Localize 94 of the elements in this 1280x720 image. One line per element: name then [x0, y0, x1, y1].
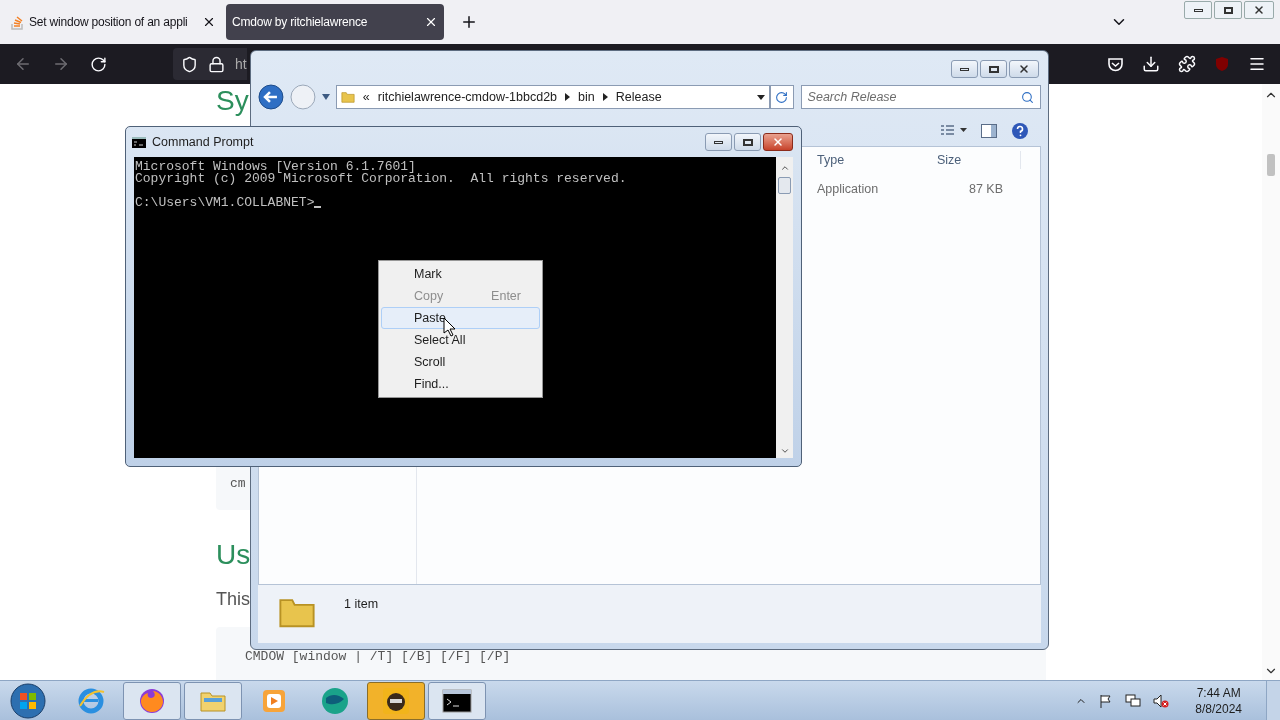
- console-prompt: C:\Users\VM1.COLLABNET>: [135, 197, 315, 209]
- close-icon: [1253, 4, 1265, 16]
- shield-icon: [181, 55, 198, 73]
- browser-tab[interactable]: Set window position of an appli: [4, 4, 222, 40]
- help-icon[interactable]: [1011, 122, 1029, 140]
- menu-item[interactable]: Mark: [381, 263, 540, 285]
- stack-icon: [10, 14, 24, 30]
- close-icon: [772, 136, 784, 148]
- menu-label: Copy: [414, 287, 444, 305]
- search-placeholder: Search Release: [807, 88, 898, 106]
- refresh-button[interactable]: [769, 85, 794, 109]
- reload-icon[interactable]: [90, 55, 107, 73]
- forward-icon[interactable]: [52, 55, 70, 73]
- code-text: cm: [230, 475, 246, 494]
- network-icon[interactable]: [1125, 693, 1142, 708]
- close-button[interactable]: [763, 133, 793, 151]
- clock[interactable]: 7:44 AM 8/8/2024: [1195, 684, 1242, 717]
- breadcrumb-item[interactable]: ritchielawrence-cmdow-1bbcd2b: [377, 87, 558, 107]
- menu-item[interactable]: Select All: [381, 329, 540, 351]
- menu-label: Scroll: [414, 353, 446, 371]
- console-icon: [132, 136, 146, 148]
- scroll-thumb[interactable]: [1267, 154, 1275, 176]
- scroll-thumb[interactable]: [778, 177, 791, 194]
- console-icon: [442, 688, 472, 713]
- browser-tab[interactable]: Cmdow by ritchielawrence: [226, 4, 444, 40]
- minimize-button[interactable]: [951, 60, 978, 78]
- scrollbar[interactable]: [1262, 84, 1280, 680]
- menu-label: Select All: [414, 331, 466, 349]
- section-heading: Us: [216, 538, 251, 572]
- menu-label: Paste: [414, 309, 446, 327]
- new-tab-icon[interactable]: [460, 13, 478, 31]
- preview-pane-icon[interactable]: [981, 124, 997, 138]
- close-icon: [1018, 63, 1030, 75]
- column-header[interactable]: Type: [817, 150, 937, 170]
- address-field[interactable]: ht: [173, 48, 247, 80]
- paragraph: This: [216, 588, 250, 611]
- tab-title: Cmdow by ritchielawrence: [232, 14, 369, 31]
- taskbar-button[interactable]: [367, 681, 425, 720]
- window-title: Command Prompt: [152, 133, 254, 151]
- lock-icon: [208, 55, 225, 73]
- text-cursor: [314, 206, 322, 208]
- view-list-icon[interactable]: [941, 125, 967, 137]
- search-icon[interactable]: [1021, 90, 1034, 104]
- separator-icon[interactable]: [565, 93, 571, 101]
- overflow-chevrons[interactable]: «: [362, 87, 370, 107]
- console-line: Copyright (c) 2009 Microsoft Corporation. All rights reserved.: [135, 173, 627, 185]
- size-cell-text: 87 KB: [967, 180, 1003, 198]
- section-heading: Sy: [216, 84, 249, 118]
- clock-time: 7:44 AM: [1196, 684, 1241, 701]
- caret-icon[interactable]: [321, 94, 330, 100]
- taskbar-button[interactable]: [428, 681, 486, 720]
- download-icon[interactable]: [1142, 55, 1160, 73]
- menu-item[interactable]: Paste: [381, 307, 540, 329]
- code-text: CMDOW [window | /T] [/B] [/F] [/P]: [245, 649, 511, 664]
- clock-date: 8/8/2024: [1195, 700, 1242, 717]
- scrollbar[interactable]: [776, 157, 793, 458]
- folder-icon: [340, 90, 355, 104]
- menu-label: Mark: [414, 265, 442, 283]
- tab-title: Set window position of an appli: [29, 14, 189, 31]
- item-count: 1 item: [344, 596, 379, 613]
- start-orb-icon[interactable]: [10, 682, 46, 719]
- minimize-button[interactable]: [1184, 1, 1212, 19]
- play-icon: [261, 687, 287, 714]
- refresh-icon: [775, 90, 789, 104]
- menu-item[interactable]: Scroll: [381, 351, 540, 373]
- breadcrumb-item[interactable]: bin: [578, 87, 595, 107]
- minimize-button[interactable]: [705, 133, 732, 151]
- menu-shortcut: Enter: [491, 287, 521, 305]
- menu-item[interactable]: Find...: [381, 373, 540, 395]
- globe-icon: [320, 685, 350, 716]
- maximize-button[interactable]: [980, 60, 1007, 78]
- address-bar[interactable]: « ritchielawrence-cmdow-1bbcd2b bin Release: [335, 85, 770, 109]
- close-button[interactable]: [1244, 1, 1274, 19]
- maximize-button[interactable]: [734, 133, 761, 151]
- menu-icon[interactable]: [1248, 55, 1266, 73]
- column-header[interactable]: Size: [937, 150, 1021, 170]
- restore-button[interactable]: [1214, 1, 1242, 19]
- separator-icon[interactable]: [602, 93, 608, 101]
- breadcrumb-item[interactable]: Release: [615, 87, 662, 107]
- console-line: Microsoft Windows [Version 6.1.7601]: [135, 161, 416, 173]
- extensions-icon[interactable]: [1178, 55, 1196, 73]
- flag-icon[interactable]: [1099, 693, 1114, 708]
- muted-speaker-icon[interactable]: [1153, 693, 1170, 708]
- menu-label: Find...: [414, 375, 449, 393]
- back-icon[interactable]: [14, 55, 32, 73]
- close-icon[interactable]: [202, 15, 216, 29]
- search-field[interactable]: Search Release: [800, 85, 1041, 109]
- url-text: ht: [235, 54, 247, 74]
- close-button[interactable]: [1009, 60, 1039, 78]
- type-cell-text: Application: [817, 180, 880, 198]
- close-icon[interactable]: [424, 15, 438, 29]
- back-icon[interactable]: [258, 84, 284, 110]
- pocket-icon[interactable]: [1107, 55, 1124, 73]
- dropdown-icon[interactable]: [756, 94, 765, 100]
